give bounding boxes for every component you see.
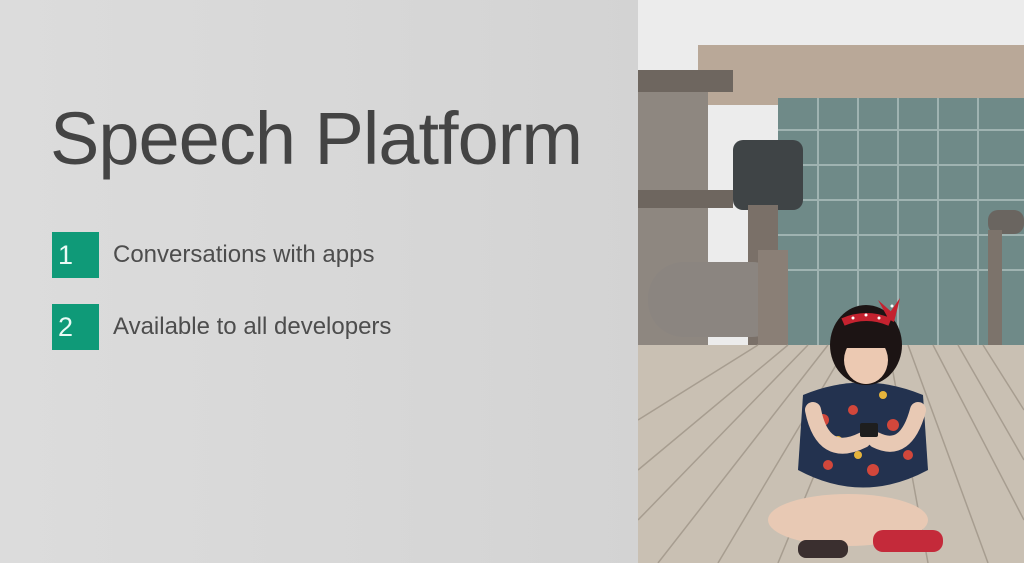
slide-photo [638, 0, 1024, 563]
bullet-number-badge: 2 [52, 304, 99, 350]
bullet-number-badge: 1 [52, 232, 99, 278]
photo-illustration [638, 0, 1024, 563]
bullet-text: Available to all developers [113, 313, 392, 340]
slide-text-panel: Speech Platform 1 Conversations with app… [0, 0, 638, 563]
slide-title: Speech Platform [50, 97, 583, 180]
bullet-item-2: 2 Available to all developers [52, 304, 391, 350]
bullet-item-1: 1 Conversations with apps [52, 232, 374, 278]
bullet-text: Conversations with apps [113, 241, 375, 268]
